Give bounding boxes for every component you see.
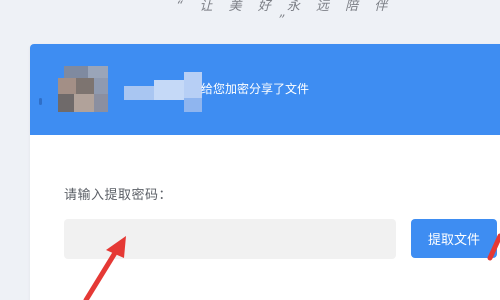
page-slogan: “ 让 美 好 永 远 陪 伴 ” <box>176 0 394 28</box>
mosaic-tile <box>58 94 74 112</box>
mosaic-tile <box>88 66 108 78</box>
mosaic-tile <box>58 78 76 94</box>
password-prompt-label: 请输入提取密码： <box>64 188 173 203</box>
sharer-avatar-and-name-obscured <box>58 66 223 112</box>
extract-file-button[interactable]: 提取文件 <box>411 219 497 258</box>
mosaic-tile <box>94 78 108 94</box>
mosaic-tile <box>74 94 94 112</box>
mosaic-tile <box>64 66 88 78</box>
share-card-header: 给您加密分享了文件 <box>30 44 500 135</box>
mosaic-tile <box>124 86 154 100</box>
share-page: “ 让 美 好 永 远 陪 伴 ” 给您加密分享了文件 请输入提取密码： 提取文… <box>0 0 500 300</box>
mosaic-tile <box>184 98 202 112</box>
mosaic-tile <box>154 80 184 100</box>
mosaic-tile <box>94 94 108 112</box>
share-message: 给您加密分享了文件 <box>201 82 310 96</box>
extract-password-input[interactable] <box>64 219 396 259</box>
mosaic-tile <box>76 78 94 94</box>
header-edge-mark <box>39 98 42 105</box>
share-card: 给您加密分享了文件 请输入提取密码： 提取文件 <box>30 44 500 300</box>
mosaic-tile <box>184 72 202 98</box>
